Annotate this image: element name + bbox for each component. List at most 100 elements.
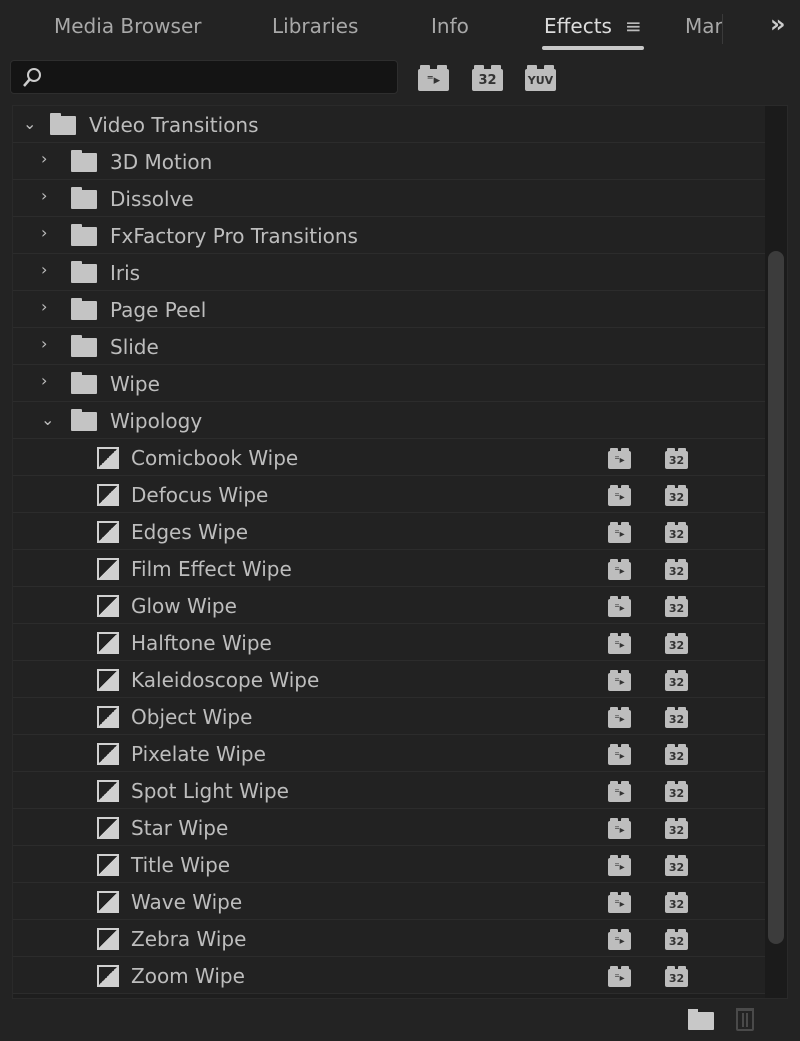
tree-effect-item[interactable]: Zebra Wipe ⁼▸ 32	[13, 920, 765, 957]
tree-effect-item[interactable]: Object Wipe ⁼▸ 32	[13, 698, 765, 735]
trash-icon[interactable]	[736, 1008, 754, 1031]
chevron-down-icon[interactable]: ⌄	[23, 114, 36, 133]
tree-folder[interactable]: › FxFactory Pro Transitions	[13, 217, 765, 254]
panel-menu-icon[interactable]: ≡	[625, 14, 642, 38]
transition-icon	[97, 928, 119, 950]
effect-label: Zebra Wipe	[131, 927, 247, 951]
tree-folder[interactable]: › Wipe	[13, 365, 765, 402]
transition-icon	[97, 521, 119, 543]
accelerated-badge-icon: ⁼▸	[608, 818, 631, 839]
folder-icon	[71, 298, 97, 320]
folder-label: Iris	[110, 261, 141, 285]
accelerated-badge-icon: ⁼▸	[608, 855, 631, 876]
tree-folder[interactable]: › Slide	[13, 328, 765, 365]
tree-effect-item[interactable]: Film Effect Wipe ⁼▸ 32	[13, 550, 765, 587]
folder-icon	[71, 409, 97, 431]
chevron-right-icon[interactable]: ›	[41, 149, 47, 168]
32bit-badge: 32	[665, 633, 688, 654]
scrollbar-thumb[interactable]	[768, 251, 784, 944]
accelerated-badge-icon: ⁼▸	[608, 448, 631, 469]
tree-effect-item[interactable]: Glow Wipe ⁼▸ 32	[13, 587, 765, 624]
tree-effect-item[interactable]: Pixelate Wipe ⁼▸ 32	[13, 735, 765, 772]
effect-label: Kaleidoscope Wipe	[131, 668, 320, 692]
tree-effect-item[interactable]: Wave Wipe ⁼▸ 32	[13, 883, 765, 920]
tree-folder[interactable]: › 3D Motion	[13, 143, 765, 180]
tree-effect-item[interactable]: Star Wipe ⁼▸ 32	[13, 809, 765, 846]
effect-label: Glow Wipe	[131, 594, 237, 618]
tree-folder[interactable]: ⌄ Wipology	[13, 402, 765, 439]
yuv-filter[interactable]: YUV	[525, 65, 556, 91]
chevron-right-icon[interactable]: ›	[41, 260, 47, 279]
new-bin-icon[interactable]	[688, 1009, 714, 1030]
tree-effect-item[interactable]: Halftone Wipe ⁼▸ 32	[13, 624, 765, 661]
accelerated-badge-icon: ⁼▸	[608, 892, 631, 913]
accelerated-badge-icon: ⁼▸	[608, 781, 631, 802]
accelerated-effects-filter[interactable]: ⁼▸	[418, 65, 449, 91]
tree-effect-item[interactable]: Kaleidoscope Wipe ⁼▸ 32	[13, 661, 765, 698]
folder-icon	[71, 187, 97, 209]
overflow-tabs-icon[interactable]: »	[770, 10, 786, 38]
accelerated-badge-icon: ⁼▸	[608, 929, 631, 950]
chevron-right-icon[interactable]: ›	[41, 334, 47, 353]
chevron-down-icon[interactable]: ⌄	[41, 410, 54, 429]
transition-icon	[97, 558, 119, 580]
tree-effect-item[interactable]: Title Wipe ⁼▸ 32	[13, 846, 765, 883]
chevron-right-icon[interactable]: ›	[41, 223, 47, 242]
folder-icon	[50, 113, 76, 135]
tree-folder[interactable]: › Dissolve	[13, 180, 765, 217]
accelerated-badge-icon: ⁼▸	[608, 596, 631, 617]
transition-icon	[97, 891, 119, 913]
tree-folder[interactable]: › Iris	[13, 254, 765, 291]
tab-markers[interactable]: Mar	[685, 14, 723, 38]
tab-info[interactable]: Info	[431, 14, 469, 38]
transition-icon	[97, 817, 119, 839]
accelerated-badge-icon: ⁼▸	[608, 633, 631, 654]
accelerated-badge-icon: ⁼▸	[608, 966, 631, 987]
folder-icon	[71, 372, 97, 394]
folder-label: Video Transitions	[89, 113, 259, 137]
tree-effect-item[interactable]: Comicbook Wipe ⁼▸ 32	[13, 439, 765, 476]
effect-label: Title Wipe	[131, 853, 231, 877]
accelerated-badge-icon: ⁼▸	[608, 744, 631, 765]
folder-icon	[71, 224, 97, 246]
panel-tabs: Media Browser Libraries Info Effects ≡ M…	[0, 0, 800, 56]
folder-icon	[71, 335, 97, 357]
tree-effect-item[interactable]: Edges Wipe ⁼▸ 32	[13, 513, 765, 550]
search-icon	[23, 68, 41, 87]
tree-folder[interactable]: › Page Peel	[13, 291, 765, 328]
tab-media-browser[interactable]: Media Browser	[54, 14, 201, 38]
accelerated-badge-icon: ⁼▸	[608, 485, 631, 506]
32bit-filter[interactable]: 32	[472, 65, 503, 91]
tree-effect-item[interactable]: Defocus Wipe ⁼▸ 32	[13, 476, 765, 513]
effect-label: Halftone Wipe	[131, 631, 272, 655]
tab-libraries[interactable]: Libraries	[272, 14, 358, 38]
effect-label: Film Effect Wipe	[131, 557, 292, 581]
32bit-badge: 32	[665, 522, 688, 543]
folder-label: Wipology	[110, 409, 203, 433]
effects-tree: ⌄ Video Transitions › 3D Motion › Dissolv…	[12, 105, 788, 999]
accelerated-badge-icon: ⁼▸	[608, 522, 631, 543]
32bit-badge: 32	[665, 929, 688, 950]
tree-folder-video-transitions[interactable]: ⌄ Video Transitions	[13, 106, 765, 143]
folder-label: Wipe	[110, 372, 160, 396]
tree-effect-item[interactable]: Spot Light Wipe ⁼▸ 32	[13, 772, 765, 809]
chevron-right-icon[interactable]: ›	[41, 371, 47, 390]
chevron-right-icon[interactable]: ›	[41, 297, 47, 316]
folder-icon	[71, 261, 97, 283]
effect-label: Object Wipe	[131, 705, 253, 729]
transition-icon	[97, 965, 119, 987]
transition-icon	[97, 780, 119, 802]
scrollbar[interactable]	[765, 106, 787, 998]
tree-effect-item[interactable]: Zoom Wipe ⁼▸ 32	[13, 957, 765, 994]
32bit-badge: 32	[665, 892, 688, 913]
accelerated-badge-icon: ⁼▸	[608, 559, 631, 580]
transition-icon	[97, 669, 119, 691]
folder-label: Dissolve	[110, 187, 194, 211]
tab-divider	[722, 14, 723, 44]
chevron-right-icon[interactable]: ›	[41, 186, 47, 205]
32bit-badge: 32	[665, 707, 688, 728]
effects-search-input[interactable]	[10, 60, 398, 94]
effect-label: Spot Light Wipe	[131, 779, 289, 803]
tab-effects[interactable]: Effects	[544, 14, 612, 38]
32bit-badge: 32	[665, 670, 688, 691]
